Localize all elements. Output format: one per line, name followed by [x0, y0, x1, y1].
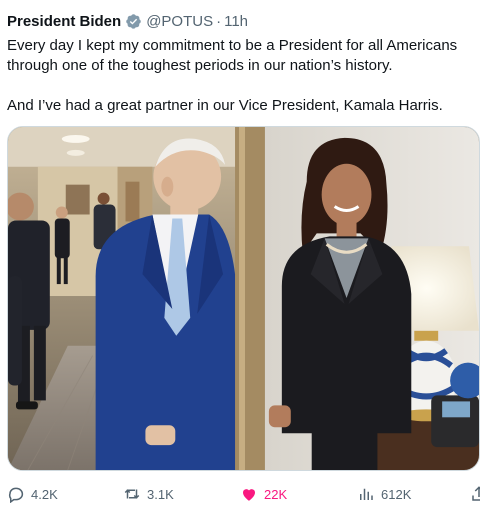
tweet-paragraph: And I’ve had a great partner in our Vice…	[7, 97, 443, 114]
author-name[interactable]: President Biden	[7, 13, 121, 30]
verified-badge-icon[interactable]	[125, 13, 142, 30]
tweet-actions: 4.2K 3.1K 22K 612K	[0, 480, 480, 508]
photo-illustration	[8, 127, 479, 470]
tweet-paragraph: Every day I kept my commitment to be a P…	[7, 37, 458, 74]
tweet-header: President Biden @POTUS · 11h	[7, 11, 248, 31]
tweet-text: Every day I kept my commitment to be a P…	[7, 36, 475, 116]
author-handle[interactable]: @POTUS	[146, 13, 213, 30]
like-button[interactable]: 22K	[240, 480, 287, 508]
like-count: 22K	[264, 486, 288, 502]
reply-icon	[8, 487, 24, 503]
reply-count: 4.2K	[31, 486, 58, 502]
reply-button[interactable]: 4.2K	[7, 480, 58, 508]
views-icon	[360, 488, 373, 500]
retweet-count: 3.1K	[147, 486, 174, 502]
retweet-icon	[124, 489, 140, 499]
tweet-timestamp[interactable]: 11h	[224, 13, 248, 30]
views-count: 612K	[381, 486, 412, 502]
heart-icon	[243, 489, 255, 501]
header-separator: ·	[216, 12, 222, 30]
tweet-photo[interactable]	[7, 126, 480, 471]
tweet[interactable]: President Biden @POTUS · 11h Every day I…	[0, 0, 480, 516]
views-button[interactable]: 612K	[357, 480, 411, 508]
share-icon	[472, 486, 480, 501]
retweet-button[interactable]: 3.1K	[123, 480, 174, 508]
share-button[interactable]	[470, 480, 480, 508]
